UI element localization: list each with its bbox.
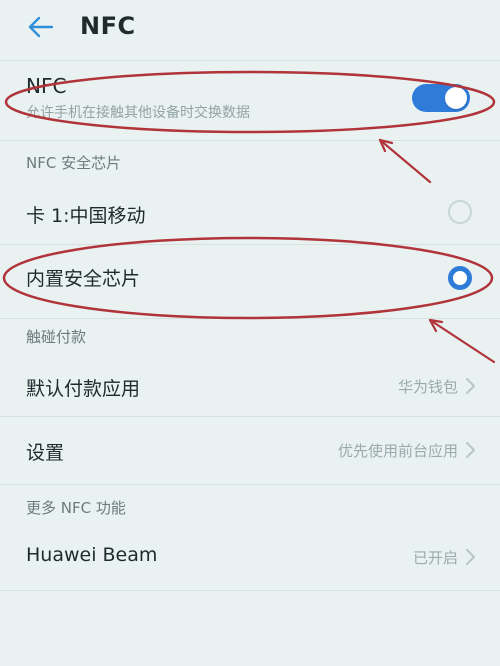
- default-payment-value: 华为钱包: [397, 378, 458, 396]
- huawei-beam-label: Huawei Beam: [26, 544, 158, 566]
- huawei-beam-row[interactable]: Huawei Beam 已开启: [0, 526, 500, 588]
- option-builtin-label: 内置安全芯片: [26, 268, 141, 290]
- chevron-right-icon: [466, 442, 475, 458]
- radio-card1[interactable]: [448, 200, 472, 224]
- option-card1-label: 卡 1:中国移动: [26, 205, 146, 227]
- nfc-label: NFC: [26, 74, 67, 98]
- divider: [0, 244, 500, 245]
- divider: [0, 318, 500, 319]
- back-button[interactable]: [24, 10, 58, 44]
- divider: [0, 140, 500, 141]
- page-title: NFC: [80, 12, 136, 40]
- divider: [0, 590, 500, 591]
- arrow-left-icon: [28, 16, 54, 38]
- nfc-settings-page: NFC NFC 允许手机在接触其他设备时交换数据 NFC 安全芯片 卡 1:中国…: [0, 0, 500, 666]
- radio-builtin-chip[interactable]: [448, 266, 472, 290]
- header-divider: [0, 60, 500, 61]
- default-payment-label: 默认付款应用: [26, 378, 141, 400]
- payment-settings-row[interactable]: 设置 优先使用前台应用: [0, 418, 500, 480]
- option-builtin-row[interactable]: 内置安全芯片: [0, 246, 500, 306]
- default-payment-row[interactable]: 默认付款应用 华为钱包: [0, 356, 500, 414]
- payment-section-title: 触碰付款: [26, 328, 87, 346]
- option-card1-row[interactable]: 卡 1:中国移动: [0, 184, 500, 244]
- payment-settings-label: 设置: [26, 442, 65, 464]
- annotation-arrow-nfc: [378, 138, 432, 184]
- app-header: NFC: [0, 0, 500, 54]
- chevron-right-icon: [466, 549, 475, 565]
- toggle-knob: [445, 87, 467, 109]
- more-nfc-section-title: 更多 NFC 功能: [26, 499, 126, 517]
- nfc-toggle-switch[interactable]: [412, 84, 470, 112]
- payment-settings-value: 优先使用前台应用: [337, 442, 458, 460]
- nfc-description: 允许手机在接触其他设备时交换数据: [26, 105, 250, 121]
- chevron-right-icon: [466, 378, 475, 394]
- divider: [0, 484, 500, 485]
- huawei-beam-value: 已开启: [412, 549, 458, 567]
- secure-element-section-title: NFC 安全芯片: [26, 154, 122, 172]
- divider: [0, 416, 500, 417]
